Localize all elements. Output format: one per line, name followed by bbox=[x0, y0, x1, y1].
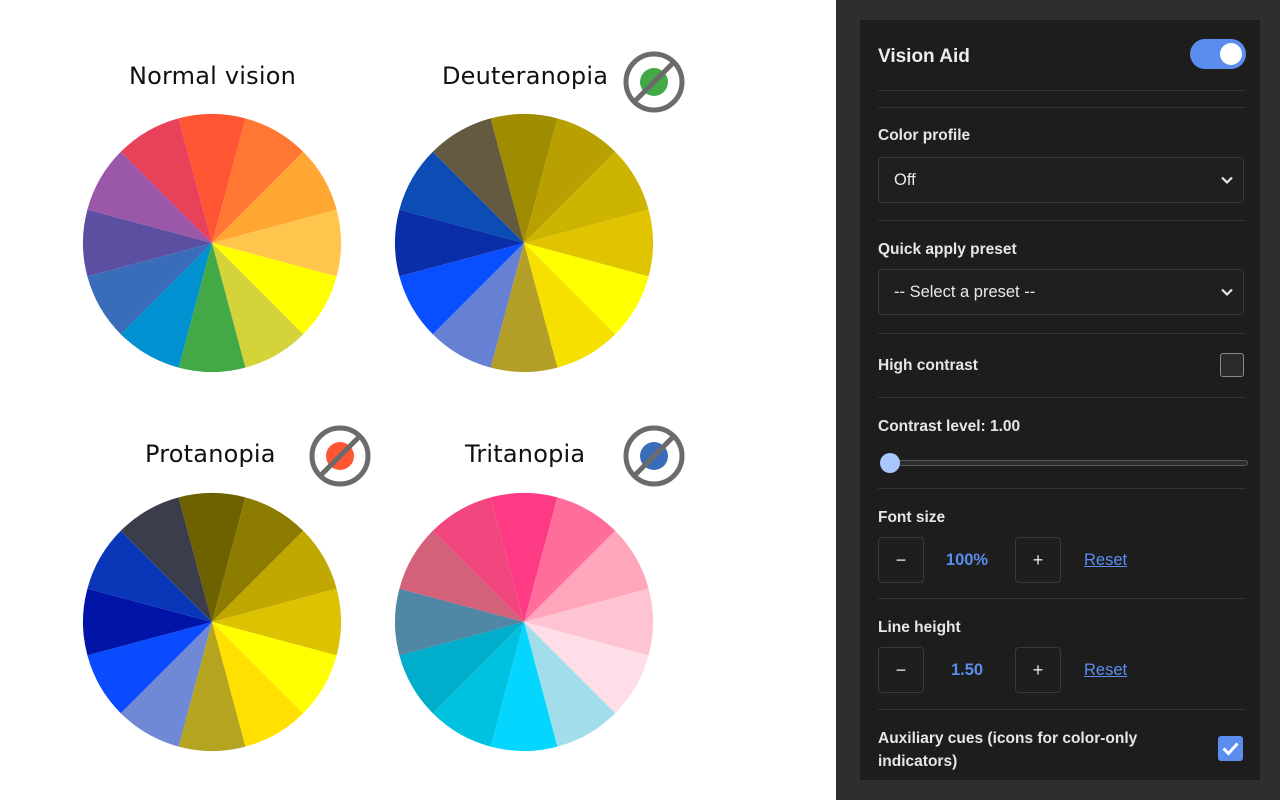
preset-label: Quick apply preset bbox=[878, 241, 1017, 258]
divider bbox=[878, 220, 1246, 221]
color-wheel-normal bbox=[83, 114, 341, 372]
preset-placeholder: -- Select a preset -- bbox=[894, 283, 1036, 301]
wheel-title-deuteranopia: Deuteranopia bbox=[442, 62, 609, 90]
auxiliary-cues-label-line2: indicators) bbox=[878, 753, 958, 770]
font-size-value: 100% bbox=[945, 551, 989, 569]
no-blue-icon bbox=[623, 425, 685, 487]
contrast-level-label: Contrast level: 1.00 bbox=[878, 418, 1021, 435]
vision-aid-toggle[interactable] bbox=[1190, 39, 1246, 69]
panel-title: Vision Aid bbox=[878, 46, 970, 67]
wheel-title-protanopia: Protanopia bbox=[145, 440, 276, 468]
line-height-decrease-button[interactable]: − bbox=[878, 647, 924, 693]
color-wheel-protanopia bbox=[83, 493, 341, 751]
divider bbox=[878, 90, 1246, 91]
font-size-reset-link[interactable]: Reset bbox=[1084, 551, 1127, 570]
contrast-slider-track[interactable] bbox=[888, 460, 1248, 466]
divider bbox=[878, 397, 1246, 398]
auxiliary-cues-label-line1: Auxiliary cues (icons for color-only bbox=[878, 730, 1138, 747]
no-green-icon bbox=[623, 51, 685, 113]
color-wheel-comparison: Normal vision Deuteranopia Protanopia Tr… bbox=[0, 0, 836, 800]
wheel-title-normal: Normal vision bbox=[129, 62, 297, 90]
toggle-knob bbox=[1220, 43, 1242, 65]
color-wheel-tritanopia bbox=[395, 493, 653, 751]
color-wheel-deuteranopia bbox=[395, 114, 653, 372]
color-profile-label: Color profile bbox=[878, 127, 971, 144]
color-profile-select[interactable]: Off bbox=[878, 157, 1244, 203]
divider bbox=[878, 598, 1246, 599]
checkmark-icon bbox=[1222, 742, 1239, 756]
line-height-value: 1.50 bbox=[950, 661, 984, 679]
divider bbox=[878, 333, 1246, 334]
font-size-label: Font size bbox=[878, 509, 946, 526]
high-contrast-label: High contrast bbox=[878, 357, 978, 374]
vision-aid-panel: Vision Aid Color profile Off Quick apply… bbox=[860, 20, 1260, 780]
chevron-down-icon bbox=[1221, 176, 1233, 185]
divider bbox=[878, 709, 1246, 710]
color-profile-value: Off bbox=[894, 171, 916, 189]
auxiliary-cues-checkbox[interactable] bbox=[1218, 736, 1243, 761]
preset-select[interactable]: -- Select a preset -- bbox=[878, 269, 1244, 315]
high-contrast-checkbox[interactable] bbox=[1220, 353, 1244, 377]
line-height-increase-button[interactable]: + bbox=[1015, 647, 1061, 693]
line-height-reset-link[interactable]: Reset bbox=[1084, 661, 1127, 680]
font-size-decrease-button[interactable]: − bbox=[878, 537, 924, 583]
divider bbox=[878, 107, 1246, 108]
contrast-slider-thumb[interactable] bbox=[880, 453, 900, 473]
chevron-down-icon bbox=[1221, 288, 1233, 297]
divider bbox=[878, 488, 1246, 489]
wheel-title-tritanopia: Tritanopia bbox=[465, 440, 586, 468]
no-red-icon bbox=[309, 425, 371, 487]
font-size-increase-button[interactable]: + bbox=[1015, 537, 1061, 583]
line-height-label: Line height bbox=[878, 619, 961, 636]
